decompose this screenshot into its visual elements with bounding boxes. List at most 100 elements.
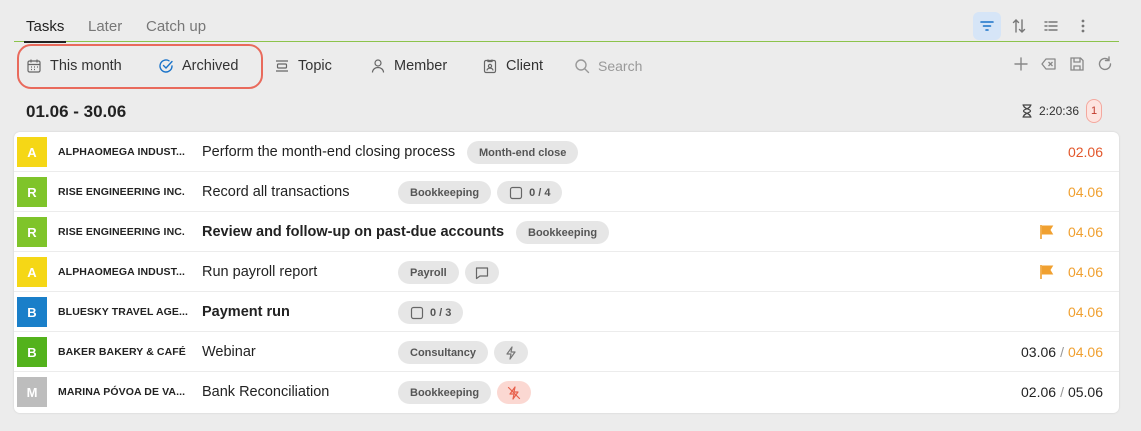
filter-member[interactable]: Member: [370, 58, 447, 74]
count-badge: 1: [1086, 99, 1102, 123]
date-separator: /: [1060, 384, 1064, 400]
tag-label: Bookkeeping: [528, 226, 598, 239]
table-row[interactable]: R RISE ENGINEERING INC. Record all transac…: [14, 172, 1119, 212]
list-view-icon[interactable]: [1037, 12, 1065, 40]
tag-label: Month-end close: [479, 146, 567, 159]
task-title[interactable]: Payment run: [202, 304, 290, 320]
add-icon[interactable]: [1013, 56, 1029, 72]
search-input[interactable]: Search: [574, 58, 642, 74]
checkbox-icon: [509, 186, 523, 200]
task-title[interactable]: Perform the month-end closing process: [202, 144, 455, 160]
table-row[interactable]: B BAKER BAKERY & CAFÉ Webinar Consultancy 03…: [14, 332, 1119, 372]
task-title[interactable]: Review and follow-up on past-due account…: [202, 224, 504, 240]
tag-label: Bookkeeping: [410, 186, 480, 199]
start-date: 03.06: [1021, 344, 1057, 360]
filter-icon[interactable]: [973, 12, 1001, 40]
filter-this-month[interactable]: This month: [26, 58, 122, 74]
task-tag[interactable]: 0 / 4: [497, 181, 563, 204]
task-tag[interactable]: Bookkeeping: [398, 181, 492, 204]
group-timer: 2:20:36: [1021, 104, 1079, 118]
table-row[interactable]: A ALPHAOMEGA INDUST... Perform the month-e…: [14, 132, 1119, 172]
task-tag[interactable]: Month-end close: [467, 141, 579, 164]
due-date[interactable]: 03.06/04.06: [1021, 344, 1103, 360]
tag-label: Bookkeeping: [410, 386, 480, 399]
task-title[interactable]: Run payroll report: [202, 264, 317, 280]
flag-icon[interactable]: [1039, 224, 1055, 240]
due-date[interactable]: 04.06: [1068, 184, 1103, 200]
save-icon[interactable]: [1069, 56, 1085, 72]
task-tags: 0 / 3: [398, 301, 464, 324]
tab-later[interactable]: Later: [88, 18, 122, 35]
task-title[interactable]: Record all transactions: [202, 184, 350, 200]
client-avatar: A: [17, 257, 47, 287]
due-date[interactable]: 04.06: [1068, 224, 1103, 240]
filter-archived[interactable]: Archived: [158, 58, 238, 74]
task-tag[interactable]: Consultancy: [398, 341, 489, 364]
task-tags: Month-end close: [467, 141, 579, 164]
search-placeholder: Search: [598, 58, 643, 74]
tag-label: Consultancy: [410, 346, 477, 359]
bolt-icon: [504, 345, 518, 360]
due-date[interactable]: 04.06: [1068, 304, 1103, 320]
end-date: 04.06: [1067, 344, 1103, 360]
search-icon: [575, 59, 590, 74]
client-avatar: R: [17, 177, 47, 207]
task-tag[interactable]: [464, 261, 499, 284]
due-date[interactable]: 02.06/05.06: [1021, 384, 1103, 400]
sort-icon[interactable]: [1005, 12, 1033, 40]
task-list: A ALPHAOMEGA INDUST... Perform the month-e…: [14, 132, 1119, 413]
client-avatar: B: [17, 297, 47, 327]
timer-value: 2:20:36: [1038, 104, 1079, 118]
filter-topic[interactable]: Topic: [274, 58, 332, 74]
table-row[interactable]: A ALPHAOMEGA INDUST... Run payroll report P…: [14, 252, 1119, 292]
task-tag[interactable]: [494, 341, 529, 364]
client-avatar: R: [17, 217, 47, 247]
filter-bar: This month Archived Topic Member Client …: [14, 44, 1119, 89]
check-circle-icon: [159, 59, 173, 73]
client-icon: [483, 59, 497, 74]
hourglass-icon: [1022, 104, 1032, 118]
table-row[interactable]: R RISE ENGINEERING INC. Review and follow-…: [14, 212, 1119, 252]
task-tag[interactable]: Bookkeeping: [398, 381, 492, 404]
tab-tasks[interactable]: Tasks: [23, 18, 67, 43]
view-tabs: Tasks Later Catch up: [14, 0, 1119, 43]
table-row[interactable]: M MARINA PÓVOA DE VA... Bank Reconciliatio…: [14, 372, 1119, 412]
due-date[interactable]: 02.06: [1068, 144, 1103, 160]
end-date: 02.06: [1067, 144, 1103, 160]
filter-client-label: Client: [506, 58, 544, 74]
end-date: 04.06: [1067, 224, 1103, 240]
end-date: 04.06: [1067, 304, 1103, 320]
filter-actions: [1013, 56, 1113, 72]
more-icon[interactable]: [1069, 12, 1097, 40]
client-name: MARINA PÓVOA DE VA...: [58, 386, 186, 398]
task-tag[interactable]: Bookkeeping: [516, 221, 610, 244]
task-tags: Payroll: [398, 261, 499, 284]
flag-icon[interactable]: [1039, 264, 1055, 280]
refresh-icon[interactable]: [1097, 56, 1113, 72]
comment-icon: [475, 266, 489, 280]
filter-client[interactable]: Client: [482, 58, 543, 74]
task-tags: Bookkeeping: [516, 221, 610, 244]
task-tag[interactable]: Payroll: [398, 261, 459, 284]
due-date[interactable]: 04.06: [1068, 264, 1103, 280]
task-tags: Bookkeeping 0 / 4: [398, 181, 563, 204]
client-avatar: B: [17, 337, 47, 367]
task-title[interactable]: Webinar: [202, 344, 256, 360]
group-date-range: 01.06 - 30.06: [26, 102, 127, 121]
calendar-icon: [27, 59, 41, 73]
tab-catch-up[interactable]: Catch up: [146, 18, 206, 35]
task-title[interactable]: Bank Reconciliation: [202, 384, 329, 400]
task-tag[interactable]: 0 / 3: [398, 301, 464, 324]
clear-icon[interactable]: [1041, 56, 1057, 72]
end-date: 05.06: [1067, 384, 1103, 400]
view-toolbar: [973, 12, 1097, 40]
client-name: RISE ENGINEERING INC.: [58, 186, 185, 198]
client-name: RISE ENGINEERING INC.: [58, 226, 185, 238]
task-tag[interactable]: [497, 381, 532, 404]
date-separator: /: [1060, 344, 1064, 360]
client-name: BAKER BAKERY & CAFÉ: [58, 346, 186, 358]
checkbox-icon: [410, 306, 424, 320]
client-name: ALPHAOMEGA INDUST...: [58, 146, 186, 158]
table-row[interactable]: B BLUESKY TRAVEL AGE... Payment run 0 / 3 04…: [14, 292, 1119, 332]
topic-icon: [276, 60, 288, 72]
